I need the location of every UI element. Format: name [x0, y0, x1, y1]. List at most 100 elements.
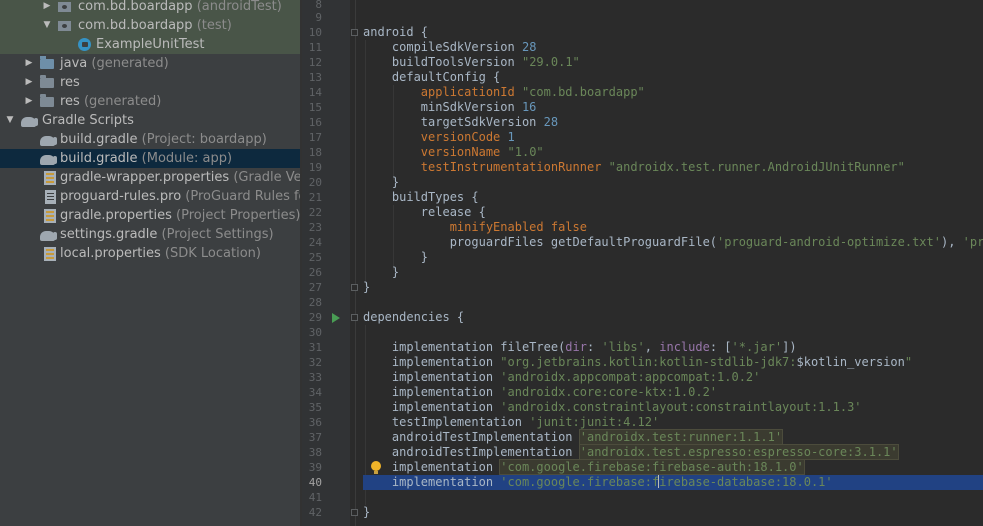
line-number: 22 [308, 206, 322, 219]
resource-folder-icon [40, 75, 56, 90]
tree-item-build-gradle-project[interactable]: build.gradle (Project: boardapp) [0, 130, 300, 149]
tree-item-label: build.gradle (Project: boardapp) [60, 132, 267, 147]
line-number: 24 [308, 236, 322, 249]
line-number: 25 [308, 251, 322, 264]
line-number: 41 [308, 491, 322, 504]
tree-item-label: com.bd.boardapp (androidTest) [78, 0, 282, 14]
line-number: 26 [308, 266, 322, 279]
tree-item-label: Gradle Scripts [42, 113, 134, 128]
line-number: 30 [308, 326, 322, 339]
tree-item-build-gradle-module[interactable]: build.gradle (Module: app) [0, 149, 300, 168]
ide-window: ▶ com.bd.boardapp (androidTest) ▼ com.bd… [0, 0, 983, 526]
line-number-current: 40 [308, 476, 322, 489]
chevron-down-icon[interactable]: ▼ [4, 111, 16, 130]
tree-item-label: gradle-wrapper.properties (Gradle Versio… [60, 170, 300, 185]
code-line-16: targetSdkVersion 28 [420, 115, 559, 129]
tree-item-settings-gradle[interactable]: settings.gradle (Project Settings) [0, 225, 300, 244]
tree-item-label: com.bd.boardapp (test) [78, 18, 232, 33]
code-line-42: } [363, 505, 371, 519]
properties-file-icon [44, 208, 60, 223]
line-number: 19 [308, 161, 322, 174]
code-line-22: release { [420, 205, 486, 219]
line-number: 23 [308, 221, 322, 234]
line-number: 38 [308, 446, 322, 459]
tree-item-res[interactable]: ▶ res [0, 73, 300, 92]
code-line-29: dependencies { [363, 310, 465, 324]
tree-item-label: build.gradle (Module: app) [60, 151, 233, 166]
tree-item-res-generated[interactable]: ▶ res (generated) [0, 92, 300, 111]
line-number: 16 [308, 116, 322, 129]
tree-item-test-package[interactable]: ▼ com.bd.boardapp (test) [0, 16, 300, 35]
line-number: 42 [308, 506, 322, 519]
tree-item-local-properties[interactable]: local.properties (SDK Location) [0, 244, 300, 263]
properties-file-icon [44, 246, 60, 261]
line-number: 31 [308, 341, 322, 354]
tree-item-label: ExampleUnitTest [96, 37, 205, 52]
kotlin-test-class-icon [78, 37, 94, 52]
code-line-33: implementation 'androidx.appcompat:appco… [391, 370, 761, 384]
tree-item-label: settings.gradle (Project Settings) [60, 227, 274, 242]
resource-folder-icon [40, 94, 56, 109]
tree-item-label: res (generated) [60, 94, 162, 109]
tree-item-label: gradle.properties (Project Properties) [60, 208, 300, 223]
line-number: 21 [308, 191, 322, 204]
code-line-40[interactable]: implementation 'com.google.firebase:fire… [363, 475, 833, 490]
source-folder-icon [40, 56, 56, 71]
gradle-elephant-icon [40, 132, 57, 147]
line-number: 17 [308, 131, 322, 144]
chevron-right-icon[interactable]: ▶ [23, 73, 35, 92]
code-line-13: defaultConfig { [391, 70, 501, 84]
code-line-11: compileSdkVersion 28 [391, 40, 537, 54]
tree-item-androidtest-package[interactable]: ▶ com.bd.boardapp (androidTest) [0, 0, 300, 16]
line-number: 28 [308, 296, 322, 309]
tree-item-gradle-wrapper-properties[interactable]: gradle-wrapper.properties (Gradle Versio… [0, 168, 300, 187]
code-line-21: buildTypes { [391, 190, 479, 204]
code-line-32: implementation "org.jetbrains.kotlin:kot… [391, 355, 913, 369]
line-number: 14 [308, 86, 322, 99]
text-file-icon [45, 189, 61, 204]
chevron-right-icon[interactable]: ▶ [41, 0, 53, 16]
line-number: 33 [308, 371, 322, 384]
code-line-20: } [391, 175, 400, 189]
tree-item-label: java (generated) [60, 56, 169, 71]
code-line-31: implementation fileTree(dir: 'libs', inc… [391, 340, 797, 354]
gradle-elephant-icon [40, 227, 57, 242]
line-number: 36 [308, 416, 322, 429]
tree-item-java-generated[interactable]: ▶ java (generated) [0, 54, 300, 73]
line-number: 13 [308, 71, 322, 84]
run-gutter-icon[interactable] [332, 313, 340, 323]
code-line-10: android { [363, 25, 429, 39]
code-line-36: testImplementation 'junit:junit:4.12' [391, 415, 660, 429]
tree-item-proguard-rules[interactable]: proguard-rules.pro (ProGuard Rules fo [0, 187, 300, 206]
code-line-23: minifyEnabled false [449, 220, 587, 234]
code-line-24: proguardFiles getDefaultProguardFile('pr… [449, 235, 983, 249]
line-number: 18 [308, 146, 322, 159]
line-number: 15 [308, 101, 322, 114]
code-line-25: } [420, 250, 429, 264]
properties-file-icon [44, 170, 60, 185]
code-line-39: implementation 'com.google.firebase:fire… [391, 459, 805, 475]
tree-item-label: proguard-rules.pro (ProGuard Rules fo [60, 189, 300, 204]
code-line-17: versionCode 1 [420, 130, 515, 144]
chevron-right-icon[interactable]: ▶ [23, 54, 35, 73]
line-number: 27 [308, 281, 322, 294]
line-number: 11 [308, 41, 322, 54]
chevron-down-icon[interactable]: ▼ [41, 16, 53, 35]
line-number: 39 [308, 461, 322, 474]
code-line-14: applicationId "com.bd.boardapp" [420, 85, 645, 99]
package-folder-icon [58, 0, 74, 14]
code-line-38: androidTestImplementation 'androidx.test… [391, 444, 899, 460]
line-number: 34 [308, 386, 322, 399]
tree-item-gradle-scripts[interactable]: ▼ Gradle Scripts [0, 111, 300, 130]
project-tree-panel: ▶ com.bd.boardapp (androidTest) ▼ com.bd… [0, 0, 300, 526]
code-line-37: androidTestImplementation 'androidx.test… [391, 429, 784, 445]
code-line-26: } [391, 265, 400, 279]
tree-item-gradle-properties[interactable]: gradle.properties (Project Properties) [0, 206, 300, 225]
code-line-15: minSdkVersion 16 [420, 100, 537, 114]
code-line-19: testInstrumentationRunner "androidx.test… [420, 160, 905, 174]
code-line-12: buildToolsVersion "29.0.1" [391, 55, 580, 69]
code-line-27: } [363, 280, 371, 294]
code-line-18: versionName "1.0" [420, 145, 544, 159]
tree-item-exampleunittest[interactable]: ExampleUnitTest [0, 35, 300, 54]
chevron-right-icon[interactable]: ▶ [23, 92, 35, 111]
